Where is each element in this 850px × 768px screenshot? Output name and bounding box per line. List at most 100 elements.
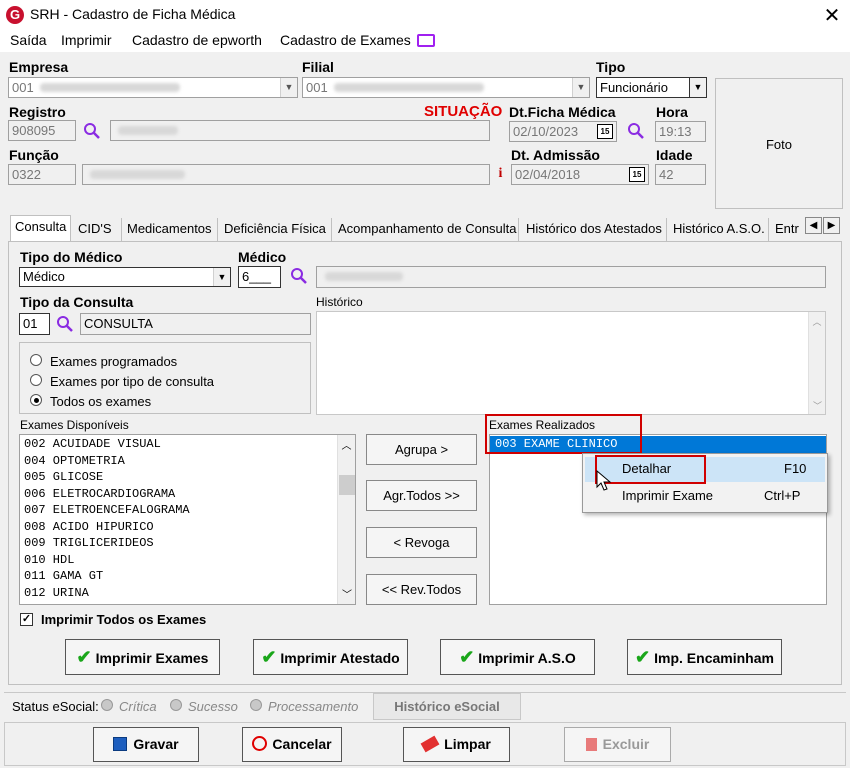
tipo-consulta-code[interactable]: 01 — [19, 313, 50, 335]
historico-label: Histórico — [316, 295, 363, 309]
hora-field[interactable]: 19:13 — [655, 121, 706, 142]
historico-textarea[interactable]: ︿ ﹀ — [316, 311, 826, 415]
list-item[interactable]: 010 HDL — [20, 553, 355, 570]
list-item[interactable]: 005 GLICOSE — [20, 470, 355, 487]
agr-todos-button[interactable]: Agr.Todos >> — [366, 480, 477, 511]
calendar-icon[interactable]: 15 — [629, 167, 645, 182]
tipo-consulta-label: Tipo da Consulta — [20, 294, 134, 310]
chevron-down-icon[interactable]: ▼ — [572, 78, 589, 97]
chevron-up-icon[interactable]: ︿ — [338, 435, 355, 453]
list-item[interactable]: 012 URINA — [20, 586, 355, 603]
monitor-icon[interactable] — [417, 34, 435, 47]
search-icon[interactable] — [56, 315, 74, 333]
list-item[interactable]: 011 GAMA GT — [20, 569, 355, 586]
radio-exames-por-tipo[interactable]: Exames por tipo de consulta — [30, 374, 214, 389]
dt-admissao-value: 02/04/2018 — [515, 167, 581, 182]
tab-historico-atestados[interactable]: Histórico dos Atestados — [522, 218, 667, 241]
check-icon: ✔ — [76, 647, 92, 667]
tab-acompanhamento[interactable]: Acompanhamento de Consulta — [334, 218, 519, 241]
agrupa-button[interactable]: Agrupa > — [366, 434, 477, 465]
registro-field[interactable]: 908095 — [8, 120, 76, 141]
photo-box[interactable]: Foto — [715, 78, 843, 209]
tab-scroll-right-icon[interactable]: ▶ — [823, 217, 840, 234]
app-logo-icon: G — [6, 6, 24, 24]
hora-label: Hora — [656, 104, 688, 120]
excluir-button[interactable]: Excluir — [564, 727, 671, 762]
tipo-select[interactable]: Funcionário ▼ — [596, 77, 707, 98]
list-item[interactable]: 004 OPTOMETRIA — [20, 454, 355, 471]
check-icon: ✔ — [635, 647, 651, 667]
scroll-thumb[interactable] — [339, 475, 355, 495]
list-item[interactable]: 009 TRIGLICERIDEOS — [20, 536, 355, 553]
imprimir-todos-label: Imprimir Todos os Exames — [41, 612, 207, 627]
status-sucesso: Sucesso — [170, 699, 238, 714]
mouse-cursor-icon — [596, 470, 612, 491]
chevron-down-icon[interactable]: ▼ — [280, 78, 297, 97]
situacao-label: SITUAÇÃO — [424, 103, 503, 120]
imprimir-todos-checkbox[interactable]: ✓ — [20, 613, 33, 626]
disponiveis-scrollbar[interactable]: ︿ ﹀ — [337, 435, 355, 604]
historico-scrollbar[interactable]: ︿ ﹀ — [808, 312, 825, 414]
empresa-label: Empresa — [9, 59, 69, 75]
status-critica: Crítica — [101, 699, 157, 714]
filial-code: 001 — [306, 80, 328, 95]
tab-medicamentos[interactable]: Medicamentos — [124, 218, 218, 241]
menu-saida[interactable]: Saída — [10, 32, 47, 48]
dt-ficha-label: Dt.Ficha Médica — [509, 104, 616, 120]
tab-entr[interactable]: Entr — [771, 218, 803, 241]
eraser-icon — [420, 735, 440, 753]
search-icon[interactable] — [83, 122, 101, 140]
medico-name-redacted — [325, 272, 403, 281]
menu-imprimir[interactable]: Imprimir — [61, 32, 112, 48]
tipo-consulta-value: CONSULTA — [80, 313, 311, 335]
imprimir-atestado-button[interactable]: ✔ Imprimir Atestado — [253, 639, 408, 675]
empresa-name-redacted — [40, 83, 180, 92]
highlight-box — [485, 414, 642, 454]
chevron-down-icon[interactable]: ﹀ — [338, 586, 356, 602]
revoga-button[interactable]: < Revoga — [366, 527, 477, 558]
close-icon[interactable]: ✕ — [820, 3, 844, 28]
menu-cadastro-epworth[interactable]: Cadastro de epworth — [132, 32, 262, 48]
cancel-icon — [252, 736, 268, 751]
context-item-imprimir-exame[interactable]: Imprimir Exame Ctrl+P — [585, 484, 825, 509]
funcao-field[interactable]: 0322 — [8, 164, 76, 185]
tipo-value: Funcionário — [600, 80, 668, 95]
registro-label: Registro — [9, 104, 66, 120]
radio-exames-programados[interactable]: Exames programados — [30, 354, 177, 369]
list-item[interactable]: 008 ACIDO HIPURICO — [20, 520, 355, 537]
list-item[interactable]: 007 ELETROENCEFALOGRAMA — [20, 503, 355, 520]
gravar-button[interactable]: Gravar — [93, 727, 199, 762]
historico-esocial-button[interactable]: Histórico eSocial — [373, 693, 521, 720]
medico-field[interactable]: 6___ — [238, 266, 281, 288]
tipo-medico-label: Tipo do Médico — [20, 249, 123, 265]
imprimir-exames-button[interactable]: ✔ Imprimir Exames — [65, 639, 220, 675]
imp-encaminham-button[interactable]: ✔ Imp. Encaminham — [627, 639, 782, 675]
empresa-code: 001 — [12, 80, 34, 95]
tab-consulta[interactable]: Consulta — [10, 215, 71, 242]
info-icon[interactable]: i — [494, 166, 507, 183]
chevron-down-icon[interactable]: ▼ — [689, 78, 706, 97]
tab-deficiencia[interactable]: Deficiência Física — [220, 218, 332, 241]
radio-todos-exames[interactable]: Todos os exames — [30, 394, 151, 409]
chevron-down-icon[interactable]: ﹀ — [809, 399, 826, 412]
tipo-medico-select[interactable]: Médico ▼ — [19, 267, 231, 287]
tab-historico-aso[interactable]: Histórico A.S.O. — [669, 218, 769, 241]
window-title: SRH - Cadastro de Ficha Médica — [30, 6, 236, 22]
menu-cadastro-exames[interactable]: Cadastro de Exames — [280, 32, 411, 48]
list-item[interactable]: 006 ELETROCARDIOGRAMA — [20, 487, 355, 504]
imprimir-aso-button[interactable]: ✔ Imprimir A.S.O — [440, 639, 595, 675]
limpar-button[interactable]: Limpar — [403, 727, 510, 762]
calendar-icon[interactable]: 15 — [597, 124, 613, 139]
chevron-down-icon[interactable]: ▼ — [213, 268, 230, 286]
tab-cids[interactable]: CID'S — [74, 218, 122, 241]
disponiveis-label: Exames Disponíveis — [20, 418, 129, 432]
disponiveis-list[interactable]: 002 ACUIDADE VISUAL 004 OPTOMETRIA 005 G… — [19, 434, 356, 605]
list-item[interactable]: 002 ACUIDADE VISUAL — [20, 437, 355, 454]
chevron-up-icon[interactable]: ︿ — [809, 312, 825, 328]
search-icon[interactable] — [290, 267, 308, 285]
rev-todos-button[interactable]: << Rev.Todos — [366, 574, 477, 605]
save-icon — [113, 737, 128, 751]
tab-scroll-left-icon[interactable]: ◀ — [805, 217, 822, 234]
cancelar-button[interactable]: Cancelar — [242, 727, 342, 762]
search-icon[interactable] — [627, 122, 645, 140]
